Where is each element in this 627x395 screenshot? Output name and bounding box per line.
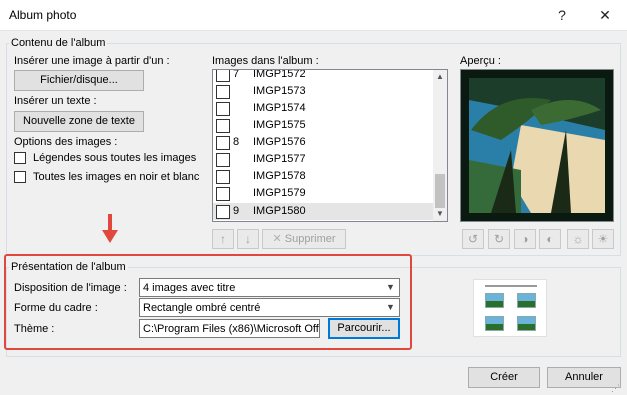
rotate-left-icon: ↺: [467, 232, 479, 246]
list-item-checkbox[interactable]: [216, 85, 230, 99]
list-item[interactable]: IMGP1578: [213, 168, 434, 185]
new-textbox-button-label: Nouvelle zone de texte: [23, 115, 135, 127]
create-button[interactable]: Créer: [468, 367, 540, 388]
album-contents-legend: Contenu de l'album: [11, 37, 106, 49]
move-down-button[interactable]: ↓: [237, 229, 259, 249]
file-disk-button[interactable]: Fichier/disque...: [14, 70, 144, 91]
help-icon[interactable]: ?: [553, 6, 571, 24]
file-disk-button-label: Fichier/disque...: [40, 74, 118, 86]
list-item[interactable]: 7 IMGP1572: [213, 69, 434, 83]
scrollbar-thumb[interactable]: [435, 174, 445, 208]
list-item-checkbox[interactable]: [216, 70, 230, 82]
contrast-increase-icon: ◑: [521, 232, 529, 246]
list-item-checkbox[interactable]: [216, 187, 230, 201]
move-up-button[interactable]: ↑: [212, 229, 234, 249]
layout-preview-picture: [485, 316, 504, 331]
list-item-slide-number: 9: [233, 205, 240, 217]
insert-image-label: Insérer une image à partir d'un :: [14, 55, 170, 67]
list-item-checkbox[interactable]: [216, 170, 230, 184]
insert-text-label: Insérer un texte :: [14, 95, 97, 107]
annotation-highlight-box: [4, 254, 412, 350]
list-item[interactable]: IMGP1575: [213, 117, 434, 134]
scroll-down-icon[interactable]: ▼: [433, 207, 447, 221]
list-item-checkbox[interactable]: [216, 136, 230, 150]
bw-checkbox-label[interactable]: Toutes les images en noir et blanc: [33, 171, 199, 183]
bw-checkbox[interactable]: [14, 171, 26, 183]
list-item-name: IMGP1580: [253, 205, 306, 217]
rotate-left-button[interactable]: ↺: [462, 229, 484, 249]
preview-image: [461, 70, 613, 221]
list-item[interactable]: IMGP1579: [213, 185, 434, 202]
rotate-right-icon: ↻: [493, 232, 505, 246]
album-image-list[interactable]: 7 IMGP1572 IMGP1573 IMGP1574 IMGP1575 8 …: [212, 69, 448, 222]
list-item-name: IMGP1576: [253, 136, 306, 148]
resize-grip-icon[interactable]: ⋰: [611, 383, 621, 393]
list-item-checkbox[interactable]: [216, 205, 230, 219]
list-scrollbar[interactable]: ▲ ▼: [433, 70, 447, 221]
title-bar: [0, 0, 627, 31]
contrast-increase-button[interactable]: ◑: [514, 229, 536, 249]
list-item[interactable]: 8 IMGP1576: [213, 134, 434, 151]
list-item-checkbox[interactable]: [216, 102, 230, 116]
delete-button[interactable]: ✕ Supprimer: [262, 229, 346, 249]
arrow-down-icon: ↓: [245, 232, 251, 246]
brightness-increase-button[interactable]: ☼: [567, 229, 589, 249]
layout-preview-picture: [485, 293, 504, 308]
layout-preview-picture: [517, 316, 536, 331]
list-item-selected[interactable]: 9 IMGP1580: [213, 203, 434, 220]
layout-preview-title-bar: [485, 285, 537, 287]
rotate-right-button[interactable]: ↻: [488, 229, 510, 249]
contrast-decrease-icon: ◐: [546, 232, 554, 246]
list-item-name: IMGP1577: [253, 153, 306, 165]
cancel-button-label: Annuler: [565, 371, 603, 383]
window-title: Album photo: [9, 8, 77, 22]
create-button-label: Créer: [490, 371, 518, 383]
contrast-decrease-button[interactable]: ◐: [539, 229, 561, 249]
cancel-button[interactable]: Annuler: [547, 367, 621, 388]
delete-x-icon: ✕: [272, 233, 282, 245]
list-item-slide-number: 7: [233, 69, 240, 80]
captions-checkbox[interactable]: [14, 152, 26, 164]
list-item[interactable]: IMGP1574: [213, 100, 434, 117]
preview-label: Aperçu :: [460, 55, 501, 67]
list-item-name: IMGP1572: [253, 69, 306, 80]
album-list-label: Images dans l'album :: [212, 55, 319, 67]
brightness-decrease-button[interactable]: ☀: [592, 229, 614, 249]
brightness-decrease-icon: ☀: [597, 232, 609, 246]
arrow-up-icon: ↑: [220, 232, 226, 246]
preview-frame: [460, 69, 614, 222]
list-item-name: IMGP1573: [253, 85, 306, 97]
list-item-slide-number: 8: [233, 136, 240, 148]
list-item-name: IMGP1579: [253, 187, 306, 199]
list-item-name: IMGP1578: [253, 170, 306, 182]
new-textbox-button[interactable]: Nouvelle zone de texte: [14, 111, 144, 132]
captions-checkbox-label[interactable]: Légendes sous toutes les images: [33, 152, 196, 164]
list-item-name: IMGP1574: [253, 102, 306, 114]
close-icon[interactable]: ✕: [596, 6, 614, 24]
list-item-name: IMGP1575: [253, 119, 306, 131]
delete-button-label: Supprimer: [284, 233, 336, 245]
annotation-arrow-down-icon: [102, 214, 118, 243]
image-options-label: Options des images :: [14, 136, 118, 148]
layout-preview-picture: [517, 293, 536, 308]
list-item[interactable]: IMGP1577: [213, 151, 434, 168]
list-item-checkbox[interactable]: [216, 119, 230, 133]
brightness-increase-icon: ☼: [572, 232, 584, 246]
scroll-up-icon[interactable]: ▲: [433, 70, 447, 84]
list-item-checkbox[interactable]: [216, 153, 230, 167]
list-item[interactable]: IMGP1573: [213, 83, 434, 100]
layout-preview: [473, 279, 547, 337]
